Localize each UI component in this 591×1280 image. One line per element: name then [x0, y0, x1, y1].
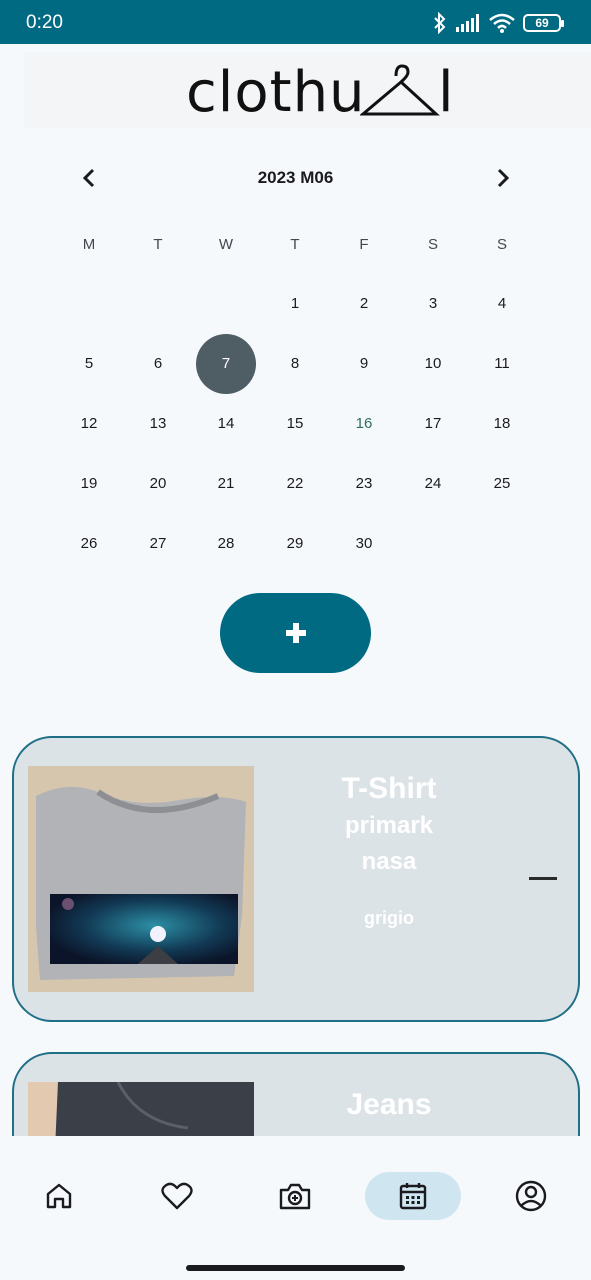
calendar-day[interactable]: 28 — [196, 514, 256, 574]
weekday-label: M — [82, 236, 96, 253]
calendar-day[interactable]: 5 — [59, 334, 119, 394]
calendar-day[interactable]: 19 — [59, 454, 119, 514]
bottom-navigation — [0, 1136, 591, 1256]
wifi-icon — [489, 13, 515, 33]
calendar-day[interactable]: 11 — [472, 334, 532, 394]
home-icon — [46, 1183, 72, 1209]
status-bar: 0:20 69 — [0, 0, 591, 44]
add-outfit-button[interactable] — [220, 593, 371, 673]
calendar-day[interactable]: 14 — [196, 394, 256, 454]
weekday-label: S — [427, 236, 438, 253]
heart-icon — [161, 1182, 193, 1210]
app-logo: clothu — [186, 60, 366, 126]
bluetooth-icon — [434, 12, 446, 34]
clothing-card[interactable]: T-Shirt primark nasa grigio — [12, 736, 580, 1022]
camera-icon — [279, 1183, 311, 1210]
hanger-icon — [360, 64, 440, 116]
calendar-day[interactable]: 10 — [403, 334, 463, 394]
calendar-day[interactable]: 18 — [472, 394, 532, 454]
calendar-day[interactable]: 13 — [128, 394, 188, 454]
calendar-day[interactable]: 7 — [196, 334, 256, 394]
status-time: 0:20 — [26, 12, 63, 33]
calendar-day[interactable]: 12 — [59, 394, 119, 454]
calendar-day[interactable]: 22 — [265, 454, 325, 514]
calendar-day[interactable]: 3 — [403, 274, 463, 334]
calendar-day[interactable]: 27 — [128, 514, 188, 574]
weekday-label: F — [359, 236, 369, 253]
chevron-right-icon[interactable] — [489, 164, 517, 192]
calendar-day[interactable]: 1 — [265, 274, 325, 334]
nav-home[interactable] — [11, 1172, 107, 1220]
calendar-day[interactable]: 8 — [265, 334, 325, 394]
calendar-day[interactable]: 29 — [265, 514, 325, 574]
calendar-day[interactable]: 2 — [334, 274, 394, 334]
calendar-day[interactable]: 16 — [334, 394, 394, 454]
calendar-day[interactable]: 20 — [128, 454, 188, 514]
calendar-day[interactable]: 4 — [472, 274, 532, 334]
calendar-day[interactable]: 24 — [403, 454, 463, 514]
battery-level: 69 — [535, 16, 549, 30]
remove-item-button[interactable] — [529, 877, 557, 880]
calendar-day[interactable]: 21 — [196, 454, 256, 514]
weekday-label: W — [218, 236, 234, 253]
logo-text: clothu — [186, 60, 366, 125]
nav-calendar[interactable] — [365, 1172, 461, 1220]
home-indicator[interactable] — [186, 1265, 405, 1271]
clothing-photo — [28, 766, 254, 992]
calendar-icon — [399, 1183, 427, 1210]
clothing-info: T-Shirt primark nasa grigio — [282, 772, 496, 929]
calendar-header: 2023 M06 — [0, 160, 591, 196]
calendar-day[interactable]: 17 — [403, 394, 463, 454]
calendar-day[interactable]: 26 — [59, 514, 119, 574]
clothing-type: Jeans — [346, 1088, 432, 1121]
calendar-day[interactable]: 9 — [334, 334, 394, 394]
calendar-day[interactable]: 6 — [128, 334, 188, 394]
clothing-info: Jeans — [282, 1088, 496, 1122]
clothing-color: grigio — [364, 908, 414, 928]
nav-camera[interactable] — [247, 1172, 343, 1220]
weekday-label: S — [496, 236, 507, 253]
signal-icon — [456, 14, 479, 32]
calendar-day[interactable]: 23 — [334, 454, 394, 514]
weekday-row: M T W T F S S — [0, 236, 591, 258]
battery-icon: 69 — [523, 14, 564, 32]
plus-icon — [285, 623, 306, 643]
clothing-model: nasa — [361, 848, 417, 875]
calendar-day[interactable]: 30 — [334, 514, 394, 574]
weekday-label: T — [153, 236, 163, 253]
nav-profile[interactable] — [483, 1172, 579, 1220]
calendar-day[interactable]: 25 — [472, 454, 532, 514]
calendar-day[interactable]: 15 — [265, 394, 325, 454]
nav-favorites[interactable] — [129, 1172, 225, 1220]
clothing-type: T-Shirt — [341, 772, 437, 805]
status-icons: 69 — [433, 12, 564, 34]
weekday-label: T — [290, 236, 300, 253]
logo-suffix: l — [438, 60, 454, 125]
clothing-brand: primark — [344, 812, 434, 839]
profile-icon — [515, 1180, 547, 1212]
app-header: clothu l — [24, 52, 591, 128]
